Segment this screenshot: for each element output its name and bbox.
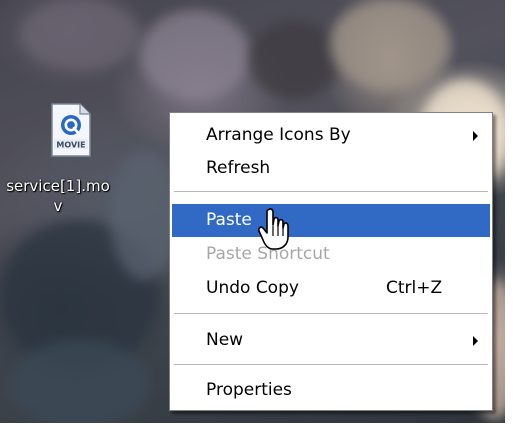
menu-separator <box>174 364 488 365</box>
submenu-arrow-icon <box>473 131 478 141</box>
menu-item-label: Arrange Icons By <box>206 125 351 145</box>
desktop-icon-label[interactable]: service[1].mov <box>4 176 112 216</box>
menu-item-shortcut: Ctrl+Z <box>386 278 443 298</box>
hand-pointer-cursor-icon <box>258 208 289 250</box>
menu-separator <box>174 313 488 314</box>
movie-file-icon[interactable]: MOVIE <box>50 103 92 157</box>
menu-item-undo-copy[interactable]: Undo Copy Ctrl+Z <box>172 272 490 305</box>
menu-item-label: New <box>206 330 244 350</box>
menu-item-paste[interactable]: Paste <box>172 204 490 237</box>
menu-item-arrange-icons-by[interactable]: Arrange Icons By <box>172 119 490 152</box>
movie-badge-text: MOVIE <box>56 141 85 150</box>
screen: MOVIE service[1].mov Arrange Icons By Re… <box>0 0 513 429</box>
menu-item-new[interactable]: New <box>172 324 490 357</box>
menu-item-properties[interactable]: Properties <box>172 374 490 407</box>
menu-item-label: Refresh <box>206 158 271 178</box>
menu-item-label: Properties <box>206 380 292 400</box>
menu-item-label: Paste <box>206 210 252 230</box>
menu-separator <box>174 191 488 192</box>
movie-file-glyph: MOVIE <box>51 103 91 157</box>
submenu-arrow-icon <box>473 336 478 346</box>
menu-item-refresh[interactable]: Refresh <box>172 152 490 185</box>
menu-item-paste-shortcut[interactable]: Paste Shortcut <box>172 238 490 271</box>
menu-item-label: Undo Copy <box>206 278 299 298</box>
context-menu: Arrange Icons By Refresh Paste Paste Sho… <box>169 112 493 411</box>
